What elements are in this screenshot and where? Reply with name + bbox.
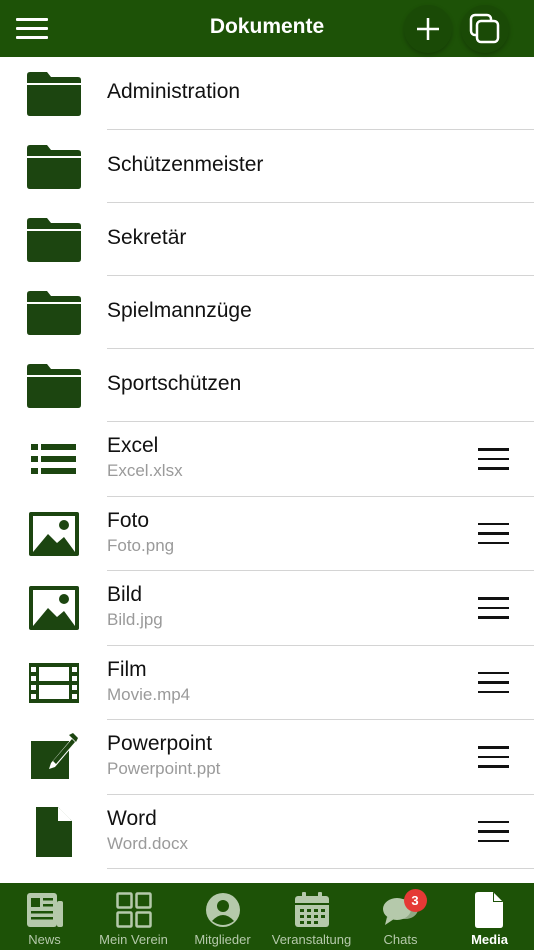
folder-label: Schützenmeister	[107, 153, 264, 176]
file-label: Powerpoint	[107, 732, 213, 755]
file-name: Excel.xlsx	[107, 461, 183, 480]
folder-row[interactable]: Administration	[0, 57, 534, 130]
nav-label: Mein Verein	[99, 932, 168, 947]
film-icon	[26, 658, 82, 708]
unread-badge: 3	[403, 889, 427, 912]
copy-icon	[469, 13, 500, 44]
plus-icon	[417, 18, 439, 40]
file-label: Foto	[107, 508, 150, 532]
nav-label: News	[28, 932, 61, 947]
folder-icon	[26, 288, 82, 338]
nav-item-mitglieder[interactable]: Mitglieder	[178, 883, 267, 950]
person-icon	[204, 891, 242, 929]
bottom-navigation: News Mein Verein Mitglieder Veranstaltun…	[0, 883, 534, 950]
file-row[interactable]: Word Word.docx	[0, 795, 534, 869]
file-icon	[471, 891, 509, 929]
hamburger-icon[interactable]	[16, 18, 48, 40]
folder-row[interactable]: Sportschützen	[0, 349, 534, 422]
hamburger-menu-icon[interactable]	[478, 746, 509, 768]
folder-row[interactable]: Schützenmeister	[0, 130, 534, 203]
file-name: Movie.mp4	[107, 684, 191, 704]
nav-item-news[interactable]: News	[0, 883, 89, 950]
file-name: Foto.png	[107, 535, 175, 555]
nav-item-mein-verein[interactable]: Mein Verein	[89, 883, 178, 950]
folder-label: Sportschützen	[107, 372, 242, 395]
file-name: Bild.jpg	[107, 610, 163, 629]
hamburger-menu-icon[interactable]	[478, 522, 509, 545]
copy-button[interactable]	[461, 5, 509, 53]
calendar-icon	[293, 891, 331, 929]
document-icon	[26, 806, 82, 857]
list-icon	[26, 434, 82, 484]
newspaper-icon	[26, 891, 64, 929]
app-header: Dokumente	[0, 0, 534, 57]
file-label: Word	[107, 806, 157, 830]
file-name: Word.docx	[107, 833, 188, 853]
file-name: Powerpoint.ppt	[107, 759, 221, 778]
image-icon	[26, 583, 82, 633]
nav-label: Veranstaltung	[271, 932, 352, 947]
nav-label: Chats	[383, 932, 418, 947]
edit-icon	[26, 732, 82, 782]
folder-icon	[26, 69, 82, 119]
nav-item-media[interactable]: Media	[445, 883, 534, 950]
nav-item-chats[interactable]: 3 Chats	[356, 883, 445, 950]
folder-row[interactable]: Spielmannzüge	[0, 276, 534, 349]
folder-label: Administration	[107, 80, 241, 103]
nav-label: Mitglieder	[194, 932, 251, 947]
divider	[107, 868, 534, 869]
folder-icon	[26, 215, 82, 265]
file-row[interactable]: Powerpoint Powerpoint.ppt	[0, 720, 534, 795]
file-row[interactable]: Foto Foto.png	[0, 497, 534, 571]
hamburger-menu-icon[interactable]	[478, 820, 509, 843]
hamburger-menu-icon[interactable]	[478, 671, 509, 694]
nav-label: Media	[471, 932, 508, 947]
grid-icon	[115, 891, 153, 929]
folder-row[interactable]: Sekretär	[0, 203, 534, 276]
folder-label: Sekretär	[107, 226, 187, 249]
folder-icon	[26, 142, 82, 192]
image-icon	[26, 509, 82, 559]
chat-icon: 3	[382, 889, 427, 929]
nav-item-veranstaltung[interactable]: Veranstaltung	[267, 883, 356, 950]
add-button[interactable]	[404, 5, 452, 53]
hamburger-menu-icon[interactable]	[478, 448, 509, 470]
folder-label: Spielmannzüge	[107, 299, 252, 322]
file-row[interactable]: Film Movie.mp4	[0, 646, 534, 720]
file-label: Bild	[107, 583, 143, 606]
document-list: Administration Schützenmeister Sekretär …	[0, 57, 534, 869]
file-row[interactable]: Excel Excel.xlsx	[0, 422, 534, 497]
hamburger-menu-icon[interactable]	[478, 597, 509, 619]
folder-icon	[26, 361, 82, 411]
file-row[interactable]: Bild Bild.jpg	[0, 571, 534, 646]
file-label: Film	[107, 657, 147, 681]
file-label: Excel	[107, 434, 159, 457]
page-title: Dokumente	[209, 15, 325, 38]
